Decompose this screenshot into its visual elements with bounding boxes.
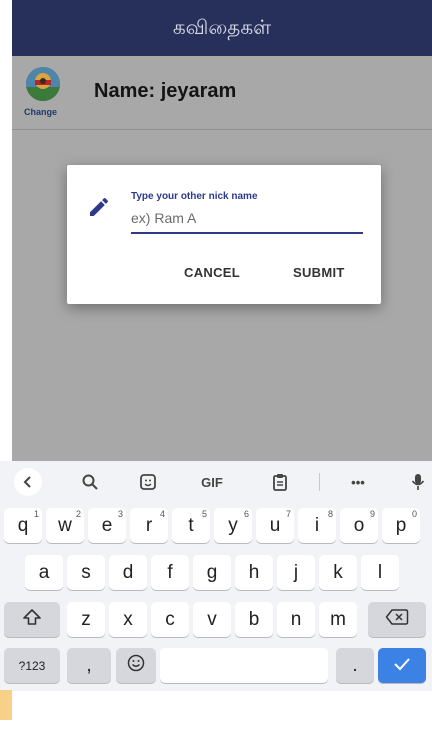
key-label: i [314, 514, 320, 536]
key-hint: 7 [285, 509, 291, 519]
nickname-input[interactable] [131, 204, 363, 234]
back-icon[interactable] [14, 468, 42, 496]
key-label: d [122, 561, 134, 583]
nickname-label: Type your other nick name [131, 191, 258, 202]
key-label: g [206, 561, 218, 583]
key-label: b [248, 608, 260, 630]
key-o[interactable]: o9 [340, 508, 378, 543]
key-hint: 2 [75, 509, 81, 519]
key-k[interactable]: k [319, 555, 357, 590]
key-w[interactable]: w2 [46, 508, 84, 543]
avatar-change[interactable]: Change [24, 67, 62, 123]
avatar[interactable] [26, 67, 60, 101]
key-label: r [145, 514, 153, 536]
key-s[interactable]: s [67, 555, 105, 590]
key-label: y [228, 514, 238, 536]
emoji-icon [127, 654, 145, 678]
submit-button[interactable]: SUBMIT [293, 265, 345, 280]
key-f[interactable]: f [151, 555, 189, 590]
symbols-key[interactable]: ?123 [4, 648, 60, 683]
key-l[interactable]: l [361, 555, 399, 590]
key-label: s [81, 561, 91, 583]
key-label: h [248, 561, 260, 583]
backspace-key[interactable] [368, 602, 426, 637]
key-i[interactable]: i8 [298, 508, 336, 543]
key-d[interactable]: d [109, 555, 147, 590]
key-hint: 5 [201, 509, 207, 519]
key-label: z [81, 608, 91, 630]
pencil-icon [87, 195, 111, 219]
key-c[interactable]: c [151, 602, 189, 637]
gif-button[interactable]: GIF [196, 471, 228, 493]
key-r[interactable]: r4 [130, 508, 168, 543]
key-label: a [38, 561, 50, 583]
key-label: p [395, 514, 407, 536]
toolbar-divider [319, 473, 320, 491]
space-key[interactable] [160, 648, 328, 683]
emoji-key[interactable] [116, 648, 156, 683]
keyboard: GIF ••• q1 w2 e3 r4 t5 y6 u7 i8 o9 p0 a … [0, 461, 432, 691]
key-g[interactable]: g [193, 555, 231, 590]
key-u[interactable]: u7 [256, 508, 294, 543]
key-label: f [167, 561, 173, 583]
key-h[interactable]: h [235, 555, 273, 590]
comma-key[interactable]: , [67, 648, 111, 683]
shift-key[interactable] [4, 602, 60, 637]
period-key[interactable]: . [336, 648, 374, 683]
change-label[interactable]: Change [24, 107, 57, 117]
key-label: c [165, 608, 175, 630]
key-y[interactable]: y6 [214, 508, 252, 543]
key-label: j [293, 561, 299, 583]
key-label: n [290, 608, 302, 630]
key-label: u [269, 514, 281, 536]
app-title: கவிதைகள் [172, 14, 272, 39]
key-m[interactable]: m [319, 602, 357, 637]
key-n[interactable]: n [277, 602, 315, 637]
cancel-button[interactable]: CANCEL [184, 265, 240, 280]
key-hint: 4 [159, 509, 165, 519]
key-label: e [101, 514, 113, 536]
key-label: o [353, 514, 365, 536]
key-hint: 9 [369, 509, 375, 519]
shift-icon [22, 608, 42, 632]
sticker-icon[interactable] [136, 471, 160, 493]
key-hint: 3 [117, 509, 123, 519]
search-icon[interactable] [78, 471, 102, 493]
key-label: k [333, 561, 343, 583]
key-hint: 8 [327, 509, 333, 519]
profile-name: Name: jeyaram [94, 80, 237, 102]
key-v[interactable]: v [193, 602, 231, 637]
nickname-dialog: Type your other nick name CANCEL SUBMIT [67, 165, 381, 304]
edge-decoration [0, 690, 12, 720]
bottom-area [0, 691, 432, 729]
profile-row: Change Name: jeyaram [12, 56, 432, 130]
key-label: x [123, 608, 133, 630]
key-z[interactable]: z [67, 602, 105, 637]
more-icon[interactable]: ••• [344, 471, 372, 493]
backspace-icon [385, 608, 409, 632]
key-e[interactable]: e3 [88, 508, 126, 543]
keyboard-toolbar: GIF ••• [0, 461, 432, 501]
key-x[interactable]: x [109, 602, 147, 637]
key-j[interactable]: j [277, 555, 315, 590]
mic-icon[interactable] [408, 471, 428, 493]
key-label: q [17, 514, 29, 536]
key-label: m [330, 608, 346, 630]
clipboard-icon[interactable] [268, 471, 292, 493]
key-a[interactable]: a [25, 555, 63, 590]
app-bar: கவிதைகள் [12, 0, 432, 56]
key-p[interactable]: p0 [382, 508, 420, 543]
key-label: v [207, 608, 217, 630]
key-q[interactable]: q1 [4, 508, 42, 543]
key-t[interactable]: t5 [172, 508, 210, 543]
key-label: t [188, 514, 194, 536]
key-hint: 6 [243, 509, 249, 519]
key-hint: 0 [411, 509, 417, 519]
key-b[interactable]: b [235, 602, 273, 637]
enter-key[interactable] [378, 648, 426, 683]
key-label: w [58, 514, 72, 536]
key-hint: 1 [33, 509, 39, 519]
check-icon [393, 655, 411, 677]
key-label: l [377, 561, 383, 583]
